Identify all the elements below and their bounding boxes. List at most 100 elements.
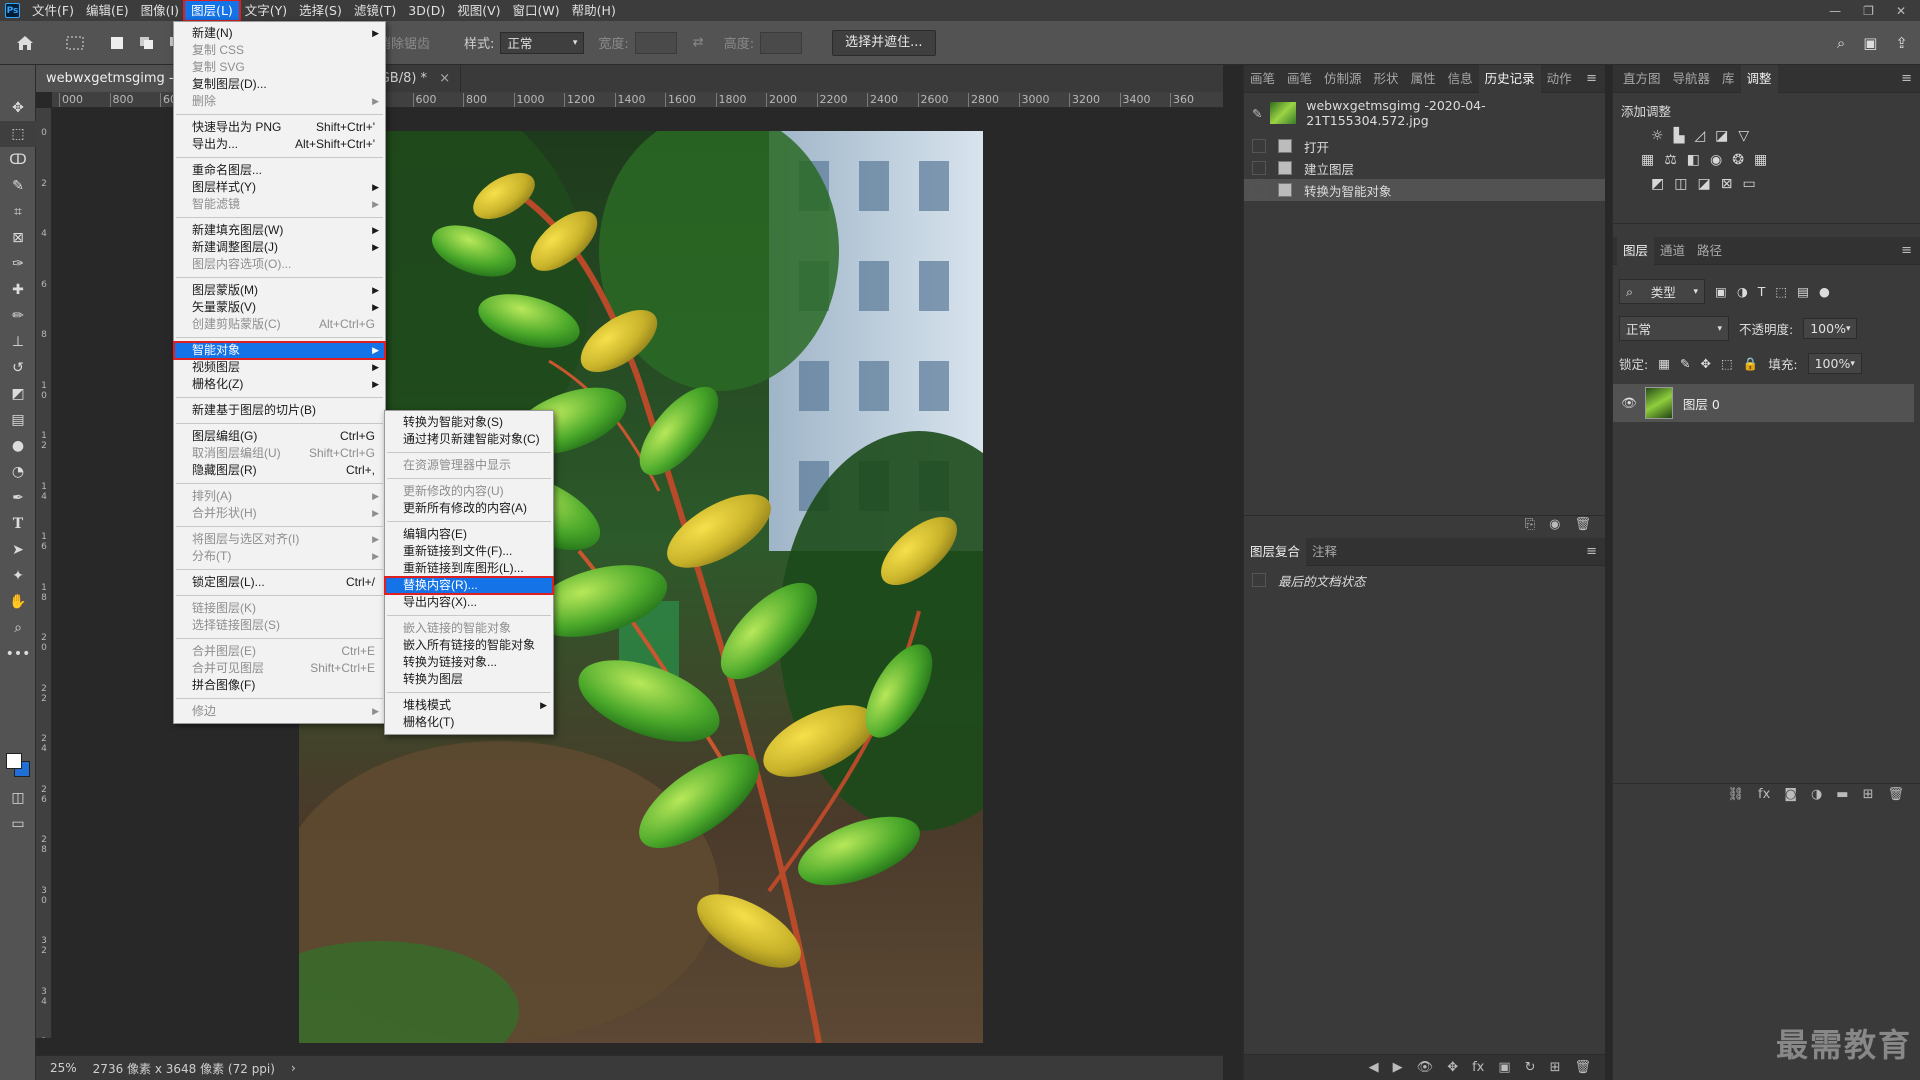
new-layer-icon[interactable]: ⊞ xyxy=(1863,787,1874,802)
menu-help[interactable]: 帮助(H) xyxy=(566,1,622,20)
history-step[interactable]: 打开 xyxy=(1244,135,1605,157)
camera-icon[interactable]: ◉ xyxy=(1549,517,1560,532)
dodge-tool-icon[interactable]: ◔ xyxy=(0,459,36,485)
panel-menu-icon[interactable]: ≡ xyxy=(1586,544,1597,559)
smart-object-menu-item[interactable]: 堆栈模式 ▶ xyxy=(385,697,553,714)
tab-notes[interactable]: 注释 xyxy=(1306,538,1343,566)
next-comp-icon[interactable]: ▶ xyxy=(1393,1060,1403,1075)
menu-image[interactable]: 图像(I) xyxy=(135,1,185,20)
selective-color-icon[interactable]: ⊠ xyxy=(1721,176,1733,192)
blend-mode-select[interactable]: 正常 ▾ xyxy=(1619,316,1729,341)
layer-menu-item[interactable]: 图层编组(G) Ctrl+G xyxy=(174,428,385,445)
tab-actions[interactable]: 动作 xyxy=(1541,65,1578,93)
trash-icon[interactable]: 🗑 xyxy=(1574,517,1591,532)
width-field[interactable] xyxy=(634,31,677,54)
layer-menu-item[interactable]: 智能对象 ▶ xyxy=(173,341,386,360)
search-icon[interactable]: ⌕ xyxy=(1837,34,1845,52)
channel-mixer-icon[interactable]: ❂ xyxy=(1732,152,1744,168)
marquee-tool-preset-icon[interactable] xyxy=(64,32,86,54)
filter-pixel-icon[interactable]: ▣ xyxy=(1715,284,1727,299)
menu-window[interactable]: 窗口(W) xyxy=(507,1,566,20)
history-source-checkbox[interactable] xyxy=(1252,161,1266,175)
color-balance-icon[interactable]: ⚖ xyxy=(1664,152,1677,168)
history-snapshot[interactable]: ✎ webwxgetmsgimg -2020-04-21T155304.572.… xyxy=(1244,98,1605,128)
layer-menu-item[interactable]: 快速导出为 PNG Shift+Ctrl+' xyxy=(174,119,385,136)
rectangular-marquee-tool-icon[interactable]: ⬚ xyxy=(0,121,36,147)
clone-stamp-tool-icon[interactable]: ⊥ xyxy=(0,329,36,355)
smart-object-menu-item[interactable]: 重新链接到文件(F)... xyxy=(385,543,553,560)
menu-edit[interactable]: 编辑(E) xyxy=(80,1,135,20)
layer-menu-item[interactable]: 新建调整图层(J) ▶ xyxy=(174,239,385,256)
select-and-mask-button[interactable]: 选择并遮住... xyxy=(832,29,936,56)
photo-filter-icon[interactable]: ◉ xyxy=(1710,152,1722,168)
delete-layer-icon[interactable]: 🗑 xyxy=(1887,787,1904,802)
tab-brush-settings[interactable]: 画笔 xyxy=(1244,65,1281,93)
panel-menu-icon[interactable]: ≡ xyxy=(1901,71,1912,86)
history-source-checkbox[interactable] xyxy=(1252,183,1266,197)
filter-type-icon[interactable]: T xyxy=(1758,284,1766,299)
pen-tool-icon[interactable]: ✒ xyxy=(0,485,36,511)
smart-object-menu-item[interactable]: 导出内容(X)... xyxy=(385,594,553,611)
new-document-from-state-icon[interactable]: ⎘ xyxy=(1525,517,1535,532)
threshold-icon[interactable]: ◪ xyxy=(1697,176,1710,192)
update-position-icon[interactable]: ✥ xyxy=(1447,1060,1458,1075)
smart-object-menu-item[interactable]: 通过拷贝新建智能对象(C) xyxy=(385,431,553,448)
smart-object-menu-item[interactable]: 嵌入所有链接的智能对象 xyxy=(385,637,553,654)
tab-paths[interactable]: 路径 xyxy=(1691,237,1728,265)
tab-layer-comps[interactable]: 图层复合 xyxy=(1244,537,1307,566)
link-layers-icon[interactable]: ⛓ xyxy=(1728,787,1745,802)
layer-menu-item[interactable]: 复制图层(D)... xyxy=(174,76,385,93)
panel-menu-icon[interactable]: ≡ xyxy=(1901,243,1912,258)
visibility-eye-icon[interactable]: 👁 xyxy=(1621,395,1637,411)
filter-adjustment-icon[interactable]: ◑ xyxy=(1737,284,1748,299)
screen-mode-icon[interactable]: ▭ xyxy=(0,811,36,837)
tab-clone-source[interactable]: 仿制源 xyxy=(1318,65,1368,93)
blur-tool-icon[interactable]: ● xyxy=(0,433,36,459)
layer-menu-item[interactable]: 拼合图像(F) xyxy=(174,677,385,694)
refresh-icon[interactable]: ↻ xyxy=(1525,1060,1536,1075)
filter-toggle-icon[interactable]: ● xyxy=(1819,284,1830,299)
menu-select[interactable]: 选择(S) xyxy=(293,1,348,20)
layer-menu-item[interactable]: 图层蒙版(M) ▶ xyxy=(174,282,385,299)
smart-object-menu-item[interactable]: 转换为图层 xyxy=(385,671,553,688)
path-selection-tool-icon[interactable]: ➤ xyxy=(0,537,36,563)
new-group-icon[interactable]: ▬ xyxy=(1836,787,1848,802)
curves-icon[interactable]: ◿ xyxy=(1694,128,1705,144)
foreground-color-swatch[interactable] xyxy=(6,753,22,769)
layer-menu-item[interactable]: 导出为... Alt+Shift+Ctrl+' xyxy=(174,136,385,153)
home-icon[interactable] xyxy=(14,32,36,54)
brightness-contrast-icon[interactable]: ☼ xyxy=(1651,128,1664,144)
history-step[interactable]: 建立图层 xyxy=(1244,157,1605,179)
custom-shape-tool-icon[interactable]: ✦ xyxy=(0,563,36,589)
healing-brush-tool-icon[interactable]: ✚ xyxy=(0,277,36,303)
smart-object-menu-item[interactable]: 重新链接到库图形(L)... xyxy=(385,560,553,577)
history-step-selected[interactable]: 转换为智能对象 xyxy=(1244,179,1605,201)
menu-3d[interactable]: 3D(D) xyxy=(402,1,451,20)
height-field[interactable] xyxy=(760,31,803,54)
update-visibility-icon[interactable]: 👁 xyxy=(1417,1060,1434,1075)
tab-adjustments[interactable]: 调整 xyxy=(1740,64,1778,93)
status-chevron-icon[interactable]: › xyxy=(291,1061,296,1075)
crop-tool-icon[interactable]: ⌗ xyxy=(0,199,36,225)
vibrance-icon[interactable]: ▽ xyxy=(1738,128,1749,144)
color-lookup-icon[interactable]: ▦ xyxy=(1754,152,1767,168)
smart-object-menu-item[interactable]: 栅格化(T) xyxy=(385,714,553,731)
swap-icon[interactable]: ⇄ xyxy=(693,35,704,50)
close-tab-icon[interactable]: × xyxy=(439,71,450,86)
type-tool-icon[interactable]: T xyxy=(0,511,36,537)
tab-channels[interactable]: 通道 xyxy=(1654,237,1691,265)
layer-menu-item[interactable]: 栅格化(Z) ▶ xyxy=(174,376,385,393)
lock-pixels-icon[interactable]: ✎ xyxy=(1680,356,1690,371)
update-comp-icon[interactable]: ▣ xyxy=(1498,1060,1510,1075)
gradient-map-icon[interactable]: ▭ xyxy=(1742,176,1755,192)
menu-type[interactable]: 文字(Y) xyxy=(239,1,293,20)
layer-menu-item[interactable]: 视频图层 ▶ xyxy=(174,359,385,376)
filter-shape-icon[interactable]: ⬚ xyxy=(1775,284,1787,299)
eraser-tool-icon[interactable]: ◩ xyxy=(0,381,36,407)
lasso-tool-icon[interactable]: ↀ xyxy=(0,147,36,173)
lock-artboard-icon[interactable]: ⬚ xyxy=(1721,356,1733,371)
quick-selection-tool-icon[interactable]: ✎ xyxy=(0,173,36,199)
smart-object-menu-item[interactable]: 更新所有修改的内容(A) xyxy=(385,500,553,517)
layer-menu-item[interactable]: 隐藏图层(R) Ctrl+, xyxy=(174,462,385,479)
gradient-tool-icon[interactable]: ▤ xyxy=(0,407,36,433)
